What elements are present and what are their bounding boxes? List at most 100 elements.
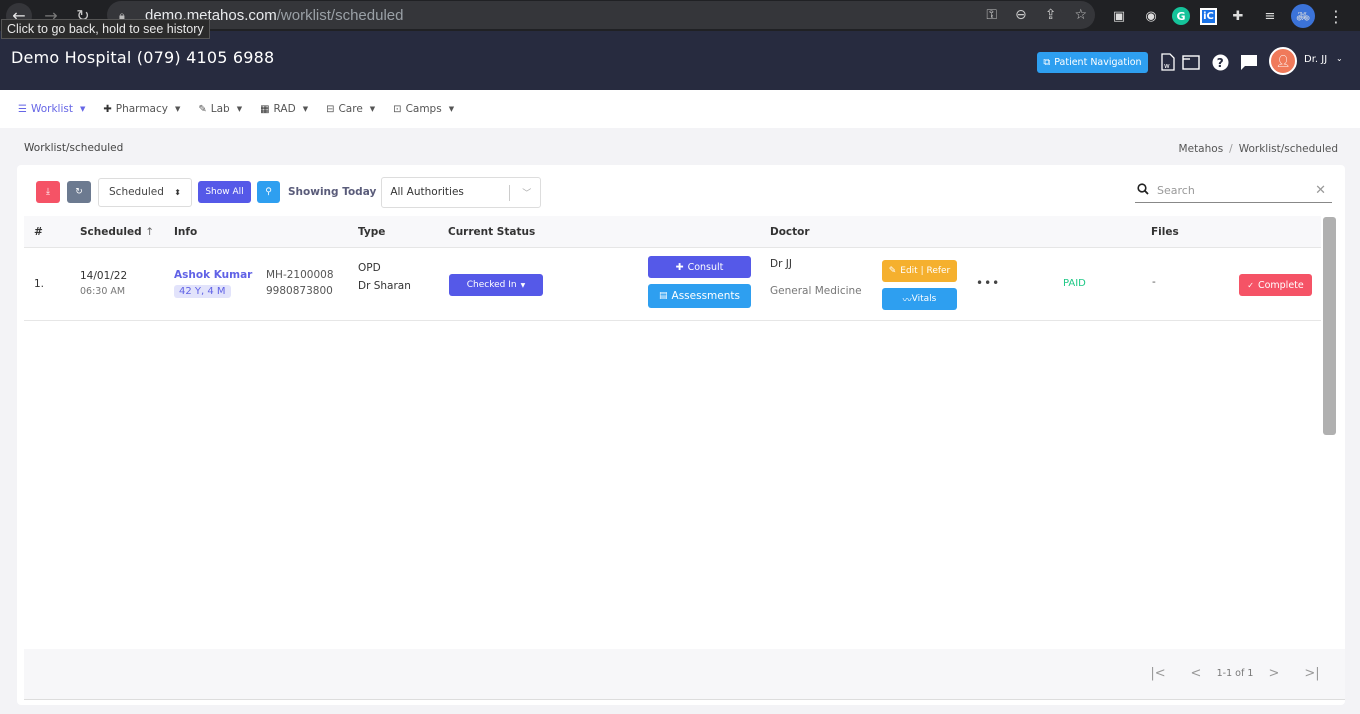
status-filter-select[interactable]: Scheduled ⬍ <box>98 177 192 207</box>
row-number: 1. <box>34 278 45 290</box>
briefcase-icon: ⊡ <box>393 103 402 115</box>
help-icon[interactable]: ? <box>1210 52 1230 72</box>
header-num: # <box>34 226 43 238</box>
complete-button[interactable]: ✓ Complete <box>1239 274 1312 296</box>
menu-lab[interactable]: ✎ Lab ▼ <box>198 103 242 115</box>
menu-label: RAD <box>273 103 296 115</box>
add-copy-icon: ⧉ <box>1043 57 1051 68</box>
visit-type: OPD <box>358 262 381 274</box>
header-files: Files <box>1151 226 1179 238</box>
menu-label: Lab <box>210 103 230 115</box>
assessments-label: Assessments <box>671 290 740 302</box>
table-scrollbar[interactable] <box>1323 217 1336 435</box>
clear-search-icon[interactable]: ✕ <box>1315 183 1326 198</box>
pencil-icon: ✎ <box>198 103 207 115</box>
menu-care[interactable]: ⊟ Care ▼ <box>326 103 375 115</box>
user-name[interactable]: Dr. JJ <box>1304 54 1327 65</box>
scheduled-time: 06:30 AM <box>80 286 126 297</box>
url-path: /worklist/scheduled <box>276 6 404 24</box>
age-badge: 42 Y, 4 M <box>174 285 231 298</box>
chevron-down-icon[interactable]: ⌄ <box>1336 54 1343 63</box>
scheduled-date: 14/01/22 <box>80 270 128 282</box>
last-page-icon[interactable]: >| <box>1293 666 1331 681</box>
patient-mrn: MH-2100008 <box>266 269 334 281</box>
header-info: Info <box>174 226 198 238</box>
header-doctor: Doctor <box>770 226 810 238</box>
picture-in-picture-icon[interactable]: ▣ <box>1108 5 1130 27</box>
menu-label: Care <box>338 103 363 115</box>
menu-label: Worklist <box>30 103 73 115</box>
showing-today-label: Showing Today <box>288 186 377 198</box>
main-menu: ☰ Worklist ▼ ✚ Pharmacy ▼ ✎ Lab ▼ ▦ RAD … <box>0 90 1360 128</box>
table-row: 1. 14/01/22 06:30 AM Ashok Kumar 42 Y, 4… <box>24 249 1321 321</box>
show-all-button[interactable]: Show All <box>198 181 251 203</box>
patient-navigation-button[interactable]: ⧉ Patient Navigation <box>1037 52 1148 73</box>
header-scheduled-label: Scheduled <box>80 226 142 238</box>
ic-extension-icon[interactable]: iC <box>1200 7 1217 25</box>
user-avatar[interactable]: 👤︎ <box>1269 47 1297 75</box>
first-page-icon[interactable]: |< <box>1139 666 1177 681</box>
breadcrumb-home[interactable]: Metahos <box>1179 143 1224 155</box>
sort-arrows-icon: ⬍ <box>174 187 181 197</box>
menu-worklist[interactable]: ☰ Worklist ▼ <box>18 103 85 115</box>
bed-icon: ⊟ <box>326 103 335 115</box>
breadcrumb-current: Worklist/scheduled <box>1238 143 1338 155</box>
back-tooltip: Click to go back, hold to see history <box>1 19 210 39</box>
assessments-button[interactable]: ▤ Assessments <box>648 284 751 308</box>
svg-text:?: ? <box>1216 56 1223 70</box>
previous-page-icon[interactable]: < <box>1177 666 1215 681</box>
breadcrumb: Metahos / Worklist/scheduled <box>1179 143 1338 155</box>
patient-navigation-label: Patient Navigation <box>1054 57 1142 68</box>
caret-down-icon: ▼ <box>448 105 455 113</box>
grammarly-extension-icon[interactable]: G <box>1172 7 1190 25</box>
files-value: - <box>1152 276 1156 288</box>
consult-label: Consult <box>687 261 724 273</box>
menu-rad[interactable]: ▦ RAD ▼ <box>260 103 308 115</box>
plus-icon: ✚ <box>103 103 112 115</box>
folder-icon[interactable] <box>1181 52 1201 72</box>
search-button[interactable]: ⚲ <box>257 181 280 203</box>
caret-down-icon: ▼ <box>174 105 181 113</box>
status-dropdown-button[interactable]: Checked In ▼ <box>449 274 543 296</box>
word-doc-icon[interactable]: w <box>1158 52 1178 72</box>
header-scheduled[interactable]: Scheduled ↑ <box>80 226 154 238</box>
key-icon[interactable]: ⚿ <box>986 7 997 23</box>
clipboard-icon: ▤ <box>659 291 668 301</box>
browser-menu-icon[interactable]: ⋮ <box>1325 5 1347 27</box>
share-icon[interactable]: ⇪ <box>1045 7 1057 23</box>
patient-name-link[interactable]: Ashok Kumar <box>174 269 252 281</box>
menu-label: Camps <box>405 103 442 115</box>
patient-phone: 9980873800 <box>266 285 333 297</box>
zoom-out-icon[interactable]: ⊖ <box>1015 7 1027 23</box>
consult-button[interactable]: ✚ Consult <box>648 256 751 278</box>
star-icon[interactable]: ☆ <box>1074 7 1087 23</box>
menu-label: Pharmacy <box>115 103 168 115</box>
address-bar[interactable]: 🔒︎ demo.metahos.com/worklist/scheduled ⚿… <box>107 1 1095 29</box>
doctor-department: General Medicine <box>770 285 862 297</box>
edit-refer-button[interactable]: ✎ Edit | Refer <box>882 260 957 282</box>
refresh-button[interactable]: ↻ <box>67 181 91 203</box>
caret-down-icon: ▼ <box>369 105 376 113</box>
profile-avatar-icon[interactable]: 🚲︎ <box>1291 4 1315 28</box>
camera-icon[interactable]: ◉ <box>1140 5 1162 27</box>
pagination: |< < 1-1 of 1 > >| <box>1139 666 1331 681</box>
heartbeat-icon: 〰 <box>902 295 912 306</box>
search-icon <box>1137 183 1149 198</box>
puzzle-extensions-icon[interactable]: ✚ <box>1227 5 1249 27</box>
next-page-icon[interactable]: > <box>1255 666 1293 681</box>
more-options-icon[interactable]: ••• <box>976 276 1000 290</box>
worklist-toolbar: ⤓ ↻ Scheduled ⬍ Show All ⚲ Showing Today… <box>36 176 542 208</box>
chat-icon[interactable] <box>1239 52 1259 72</box>
doctor-name: Dr JJ <box>770 258 792 270</box>
authority-select[interactable]: All Authorities ﹀ <box>381 176 542 208</box>
vitals-label: Vitals <box>911 294 937 304</box>
list-icon: ☰ <box>18 103 27 115</box>
double-check-icon: ✓ <box>1247 280 1254 290</box>
menu-pharmacy[interactable]: ✚ Pharmacy ▼ <box>103 103 180 115</box>
export-button[interactable]: ⤓ <box>36 181 60 203</box>
media-control-icon[interactable]: ≡ <box>1259 5 1281 27</box>
search-input[interactable] <box>1157 184 1297 197</box>
vitals-button[interactable]: 〰 Vitals <box>882 288 957 310</box>
menu-camps[interactable]: ⊡ Camps ▼ <box>393 103 454 115</box>
breadcrumb-separator: / <box>1229 143 1233 155</box>
